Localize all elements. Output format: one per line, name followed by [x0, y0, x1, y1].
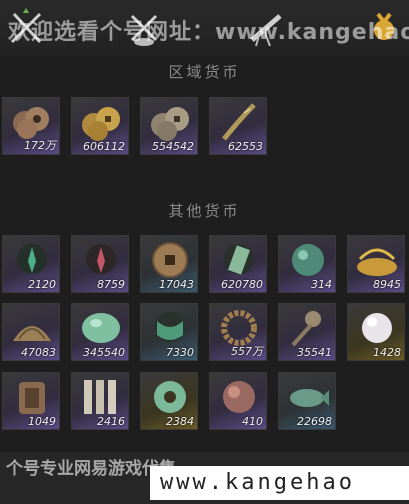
- bamboo-slips-icon: [84, 380, 116, 414]
- currency-count: 7330: [166, 346, 194, 359]
- currency-count: 22698: [297, 415, 332, 428]
- currency-count: 554542: [152, 140, 194, 153]
- bronze-plaque-icon: [19, 382, 45, 414]
- currency-count: 345540: [83, 346, 125, 359]
- currency-slot[interactable]: 2384: [140, 372, 198, 430]
- currency-slot[interactable]: 8945: [347, 235, 405, 293]
- coins-bronze-icon: [13, 107, 49, 139]
- section-title-other: 其他货币: [168, 202, 241, 220]
- jade-stone-icon: [82, 313, 120, 343]
- currency-slot[interactable]: 1428: [347, 303, 405, 361]
- jade-pendant-red-icon: [86, 244, 116, 274]
- currency-count: 8945: [373, 278, 401, 291]
- currency-slot[interactable]: 2120: [2, 235, 60, 293]
- currency-count: 8759: [97, 278, 125, 291]
- currency-count: 47083: [21, 346, 56, 359]
- currency-slot[interactable]: 22698: [278, 372, 336, 430]
- bead-bracelet-icon: [221, 310, 257, 346]
- top-toolbar: 欢迎选看个号网址：www.kangehao: [0, 0, 409, 56]
- currency-slot[interactable]: 8759: [71, 235, 129, 293]
- currency-count: 62553: [228, 140, 263, 153]
- currency-slot[interactable]: 1049: [2, 372, 60, 430]
- gold-pile-icon: [357, 248, 397, 276]
- jade-ring-icon: [154, 381, 186, 413]
- red-orb-icon: [223, 381, 255, 413]
- section-title-region: 区域货币: [168, 63, 241, 81]
- currency-count: 620780: [221, 278, 263, 291]
- currency-slot[interactable]: 172万: [2, 97, 60, 155]
- currency-count: 2384: [166, 415, 194, 428]
- bronze-shell-icon: [13, 326, 51, 341]
- currency-slot[interactable]: 410: [209, 372, 267, 430]
- currency-slot[interactable]: 2416: [71, 372, 129, 430]
- currency-slot[interactable]: 620780: [209, 235, 267, 293]
- watermark-top: 欢迎选看个号网址：www.kangehao: [8, 20, 409, 45]
- jade-tablet-icon: [224, 244, 254, 275]
- currency-slot[interactable]: 35541: [278, 303, 336, 361]
- coin-sword-icon: [291, 311, 321, 347]
- currency-count: 17043: [159, 278, 194, 291]
- currency-count: 606112: [83, 140, 125, 153]
- currency-count: 1049: [28, 415, 56, 428]
- currency-slot[interactable]: 606112: [71, 97, 129, 155]
- ancient-coin-icon: [152, 242, 188, 278]
- coins-silver-icon: [151, 107, 189, 141]
- currency-slot[interactable]: 314: [278, 235, 336, 293]
- currency-slot[interactable]: 17043: [140, 235, 198, 293]
- currency-slot[interactable]: 345540: [71, 303, 129, 361]
- watermark-url-text: www.kangehao: [160, 470, 355, 495]
- currency-count: 2416: [97, 415, 125, 428]
- currency-count: 35541: [297, 346, 332, 359]
- currency-count: 172万: [24, 139, 56, 152]
- jade-fabric-icon: [155, 312, 185, 342]
- currency-slot[interactable]: 557万: [209, 303, 267, 361]
- currency-count: 557万: [231, 345, 263, 358]
- coins-gold-icon: [82, 107, 120, 141]
- jade-pendant-green-icon: [17, 244, 47, 274]
- feather-token-icon: [222, 103, 256, 141]
- currency-slot[interactable]: 47083: [2, 303, 60, 361]
- currency-count: 314: [311, 278, 332, 291]
- currency-slot[interactable]: 554542: [140, 97, 198, 155]
- currency-slot[interactable]: 7330: [140, 303, 198, 361]
- pearl-icon: [362, 313, 392, 343]
- jade-orb-icon: [292, 244, 324, 276]
- currency-slot[interactable]: 62553: [209, 97, 267, 155]
- currency-count: 1428: [373, 346, 401, 359]
- jade-fish-icon: [290, 389, 329, 407]
- currency-count: 410: [242, 415, 263, 428]
- currency-count: 2120: [28, 278, 56, 291]
